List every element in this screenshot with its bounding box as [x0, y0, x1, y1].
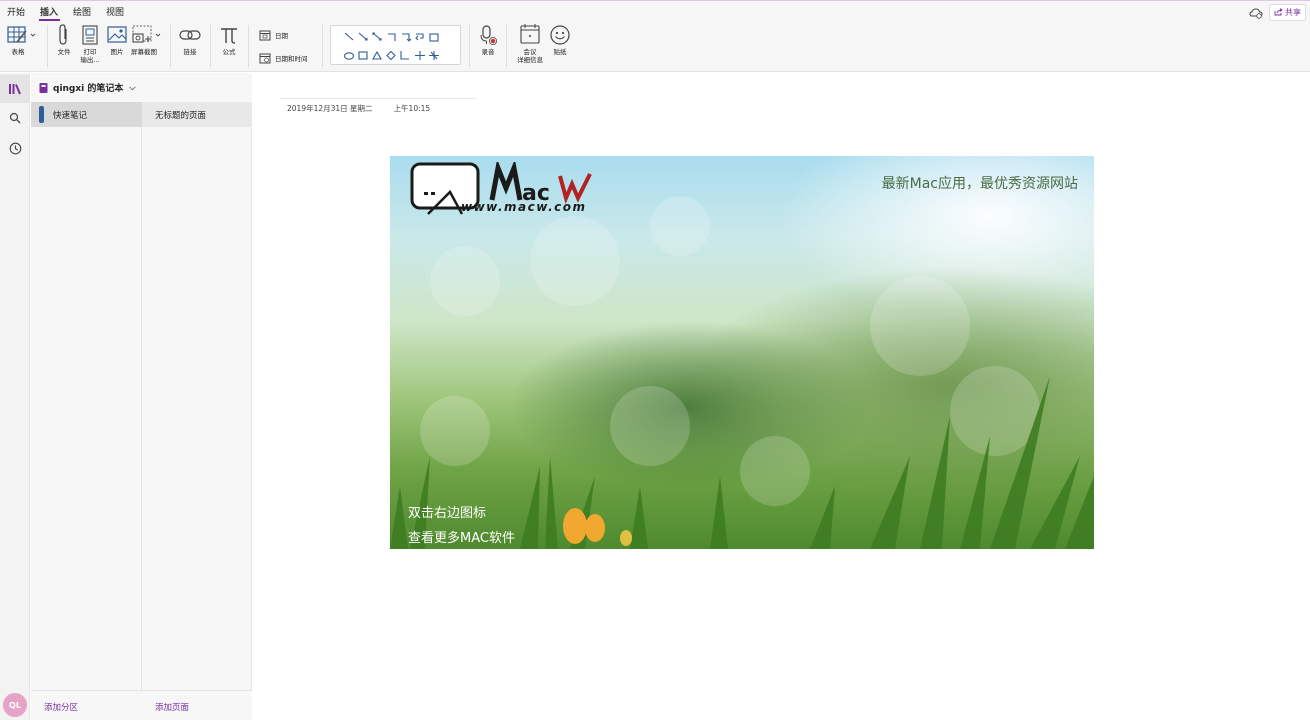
ribbon-divider	[248, 25, 249, 67]
share-button[interactable]: 共享	[1269, 4, 1306, 21]
screenshot-label: 屏幕截图	[131, 48, 157, 56]
meeting-details-button[interactable]: 会议 详细信息	[515, 23, 545, 64]
section-color-bar	[39, 106, 44, 123]
ribbon-tools: 表格 文件 打印 输出... 图片 屏幕截图 链接 公式 日期 日期和时间 录音…	[0, 23, 1310, 71]
title-underline	[280, 98, 476, 99]
section-item[interactable]: 快速笔记	[31, 102, 142, 127]
sections-pane: 快速笔记	[31, 102, 142, 690]
link-label: 链接	[183, 48, 197, 56]
page-time: 上午10:15	[393, 104, 431, 113]
tab-draw[interactable]: 绘图	[66, 1, 99, 21]
insert-file-button[interactable]: 文件	[55, 23, 73, 57]
picture-label: 图片	[110, 48, 124, 56]
embedded-image[interactable]: ac www.macw.com 最新Mac应用，最优秀资源网站 双击右边图标 查…	[390, 156, 1094, 549]
insert-picture-button[interactable]: 图片	[106, 23, 128, 57]
page-date: 2019年12月31日 星期二	[287, 104, 373, 113]
ribbon-divider	[210, 25, 211, 67]
add-page-link[interactable]: 添加页面	[155, 701, 189, 713]
meeting-calendar-icon	[520, 24, 540, 44]
insert-sticker-button[interactable]: 贴纸	[548, 23, 572, 57]
search-button[interactable]	[0, 104, 30, 132]
add-section-link[interactable]: 添加分区	[44, 701, 78, 713]
notebook-selector[interactable]: qingxi 的笔记本 ⌵	[31, 73, 252, 102]
nav-footer: 添加分区 添加页面	[31, 690, 252, 720]
file-label: 文件	[57, 48, 71, 56]
section-label: 快速笔记	[53, 110, 88, 121]
table-label: 表格	[11, 48, 25, 56]
calendar-icon	[259, 30, 271, 41]
notebook-title: qingxi 的笔记本	[53, 84, 124, 94]
page-label: 无标题的页面	[155, 110, 207, 121]
ribbon-divider	[506, 25, 507, 67]
pages-pane: 无标题的页面	[142, 102, 252, 690]
ribbon-divider	[170, 25, 171, 67]
ribbon: 开始 插入 绘图 视图 共享 表格 文件 打印 输出... 图片 屏幕截图 链接…	[0, 0, 1310, 72]
sticker-label: 贴纸	[553, 48, 567, 56]
calendar-clock-icon	[259, 53, 271, 64]
library-icon	[9, 84, 21, 95]
pi-icon	[221, 28, 237, 44]
tab-view[interactable]: 视图	[99, 1, 132, 21]
page-meta: 2019年12月31日 星期二 上午10:15	[287, 103, 430, 114]
datetime-label: 日期和时间	[275, 55, 308, 63]
share-icon	[1274, 7, 1283, 18]
printout-label: 打印 输出...	[80, 48, 100, 64]
screenshot-icon	[132, 25, 161, 43]
insert-datetime-button[interactable]: 日期和时间	[259, 52, 308, 64]
ribbon-tabs: 开始 插入 绘图 视图	[0, 1, 132, 21]
page-item[interactable]: 无标题的页面	[142, 102, 252, 127]
banner-tagline: 最新Mac应用，最优秀资源网站	[881, 176, 1078, 192]
banner-line-2: 查看更多MAC软件	[408, 531, 515, 546]
shapes-icon	[343, 32, 439, 61]
link-icon	[179, 30, 201, 40]
record-label: 录音	[481, 48, 495, 56]
table-icon	[7, 26, 36, 43]
insert-screenshot-button[interactable]: 屏幕截图	[131, 23, 163, 57]
avatar[interactable]: QL	[3, 693, 27, 717]
record-audio-button[interactable]: 录音	[477, 23, 499, 57]
chevron-down-icon: ⌵	[129, 82, 136, 92]
insert-link-button[interactable]: 链接	[178, 23, 202, 57]
ribbon-divider	[47, 25, 48, 67]
paperclip-icon	[59, 24, 67, 45]
sync-status-icon[interactable]	[1249, 7, 1263, 19]
insert-equation-button[interactable]: 公式	[218, 23, 240, 57]
recent-button[interactable]	[0, 134, 30, 162]
insert-printout-button[interactable]: 打印 输出...	[80, 23, 100, 64]
banner-line-1: 双击右边图标	[408, 506, 487, 521]
notebooks-button[interactable]	[0, 75, 30, 103]
ribbon-top-right: 共享	[1249, 4, 1306, 21]
smiley-icon	[550, 25, 570, 45]
printout-icon	[82, 25, 98, 45]
meeting-label: 会议 详细信息	[517, 48, 543, 64]
picture-icon	[107, 26, 127, 43]
ribbon-divider	[469, 25, 470, 67]
notebook-icon	[39, 82, 48, 93]
shapes-gallery[interactable]	[330, 25, 461, 65]
tab-insert[interactable]: 插入	[33, 1, 66, 21]
logo-url: www.macw.com	[461, 200, 587, 214]
equation-label: 公式	[222, 48, 236, 56]
insert-table-button[interactable]: 表格	[6, 23, 38, 57]
date-label: 日期	[275, 32, 288, 40]
microphone-icon	[480, 25, 497, 45]
insert-date-button[interactable]: 日期	[259, 29, 288, 41]
tab-home[interactable]: 开始	[0, 1, 33, 21]
share-label: 共享	[1285, 8, 1301, 17]
macw-logo: ac www.macw.com	[410, 159, 610, 222]
search-icon	[9, 112, 21, 124]
left-rail: QL	[0, 73, 30, 720]
clock-icon	[9, 142, 21, 154]
ribbon-divider	[322, 25, 323, 67]
